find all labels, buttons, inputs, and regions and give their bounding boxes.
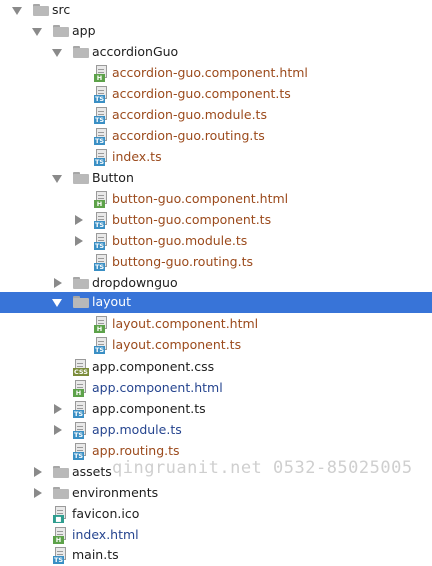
folder-icon (73, 277, 89, 289)
ts-file-icon: TS (94, 254, 107, 271)
tree-item-label: src (52, 2, 71, 17)
chevron-down-icon[interactable] (52, 49, 62, 57)
tree-item-label: accordion-guo.module.ts (112, 107, 267, 122)
chevron-right-icon[interactable] (54, 425, 62, 435)
tree-file[interactable]: H button-guo.component.html (0, 189, 432, 210)
tree-file[interactable]: TS accordion-guo.module.ts (0, 105, 432, 126)
tree-folder-layout-selected[interactable]: layout (0, 292, 432, 313)
chevron-right-icon[interactable] (75, 236, 83, 246)
tree-item-label: accordion-guo.component.html (112, 65, 308, 80)
watermark-text: qingruanit.net 0532-85025005 (112, 458, 413, 478)
tree-folder-app[interactable]: app (0, 21, 432, 42)
tree-item-label: layout.component.ts (112, 337, 242, 352)
html-file-icon: H (94, 316, 107, 333)
chevron-right-icon[interactable] (34, 488, 42, 498)
chevron-right-icon[interactable] (54, 278, 62, 288)
tree-item-label: app (72, 23, 96, 38)
html-file-icon: H (73, 380, 86, 397)
folder-icon (53, 487, 69, 499)
tree-item-label: app.module.ts (92, 422, 182, 437)
tree-file[interactable]: TS layout.component.ts (0, 335, 432, 356)
tree-item-label: app.component.css (92, 359, 215, 374)
tree-folder-src[interactable]: src (0, 0, 432, 21)
ts-file-icon: TS (94, 128, 107, 145)
css-file-icon: CSS (73, 359, 89, 376)
tree-item-label: main.ts (72, 547, 119, 562)
chevron-down-icon[interactable] (32, 28, 42, 36)
tree-item-label: accordionGuo (92, 44, 179, 59)
ts-file-icon: TS (94, 107, 107, 124)
tree-folder-accordionguo[interactable]: accordionGuo (0, 42, 432, 63)
ts-file-icon: TS (94, 233, 107, 250)
ts-file-icon: TS (73, 401, 86, 418)
tree-item-label: app.routing.ts (92, 443, 180, 458)
html-file-icon: H (53, 527, 66, 544)
chevron-down-icon[interactable] (52, 175, 62, 183)
tree-file[interactable]: TS index.ts (0, 147, 432, 168)
chevron-down-icon[interactable] (52, 299, 62, 307)
folder-icon (73, 172, 89, 184)
tree-file[interactable]: TS app.module.ts (0, 420, 432, 441)
tree-file[interactable]: TS accordion-guo.routing.ts (0, 126, 432, 147)
chevron-right-icon[interactable] (34, 467, 42, 477)
tree-folder-dropdownguo[interactable]: dropdownguo (0, 273, 432, 294)
tree-item-label: button-guo.component.ts (112, 212, 272, 227)
tree-item-label: Button (92, 170, 134, 185)
tree-item-label: favicon.ico (72, 506, 140, 521)
tree-item-label: assets (72, 464, 112, 479)
tree-file[interactable]: H index.html (0, 525, 432, 546)
tree-item-label: index.html (72, 527, 139, 542)
ts-file-icon: TS (94, 212, 107, 229)
tree-item-label: app.component.ts (92, 401, 206, 416)
tree-item-label: dropdownguo (92, 275, 178, 290)
folder-icon (33, 4, 49, 16)
chevron-down-icon[interactable] (12, 7, 22, 15)
ts-file-icon: TS (73, 443, 86, 460)
tree-file[interactable]: TS main.ts (0, 545, 432, 566)
tree-item-label: buttong-guo.routing.ts (112, 254, 253, 269)
ts-file-icon: TS (94, 149, 107, 166)
chevron-right-icon[interactable] (54, 404, 62, 414)
folder-icon (73, 296, 89, 308)
tree-file[interactable]: H layout.component.html (0, 314, 432, 335)
tree-file[interactable]: TS buttong-guo.routing.ts (0, 252, 432, 273)
folder-icon (53, 25, 69, 37)
tree-file[interactable]: TS button-guo.module.ts (0, 231, 432, 252)
ts-file-icon: TS (94, 337, 107, 354)
folder-icon (73, 46, 89, 58)
tree-folder-environments[interactable]: environments (0, 483, 432, 504)
tree-file[interactable]: H accordion-guo.component.html (0, 63, 432, 84)
html-file-icon: H (94, 191, 107, 208)
folder-icon (53, 466, 69, 478)
tree-item-label: index.ts (112, 149, 162, 164)
tree-file[interactable]: CSS app.component.css (0, 357, 432, 378)
tree-item-label: layout.component.html (112, 316, 259, 331)
tree-item-label: button-guo.component.html (112, 191, 289, 206)
ts-file-icon: TS (73, 422, 86, 439)
tree-item-label: accordion-guo.component.ts (112, 86, 291, 101)
chevron-right-icon[interactable] (75, 215, 83, 225)
tree-file[interactable]: TS button-guo.component.ts (0, 210, 432, 231)
html-file-icon: H (94, 65, 107, 82)
tree-item-label: environments (72, 485, 159, 500)
tree-file[interactable]: TS accordion-guo.component.ts (0, 84, 432, 105)
tree-item-label: button-guo.module.ts (112, 233, 248, 248)
tree-item-label: app.component.html (92, 380, 223, 395)
tree-file[interactable]: TS app.component.ts (0, 399, 432, 420)
ico-file-icon: ■ (53, 506, 66, 523)
tree-file[interactable]: H app.component.html (0, 378, 432, 399)
tree-folder-button[interactable]: Button (0, 168, 432, 189)
tree-item-label: accordion-guo.routing.ts (112, 128, 265, 143)
ts-file-icon: TS (53, 547, 66, 564)
ts-file-icon: TS (94, 86, 107, 103)
tree-file[interactable]: ■ favicon.ico (0, 504, 432, 525)
tree-item-label: layout (92, 294, 132, 309)
